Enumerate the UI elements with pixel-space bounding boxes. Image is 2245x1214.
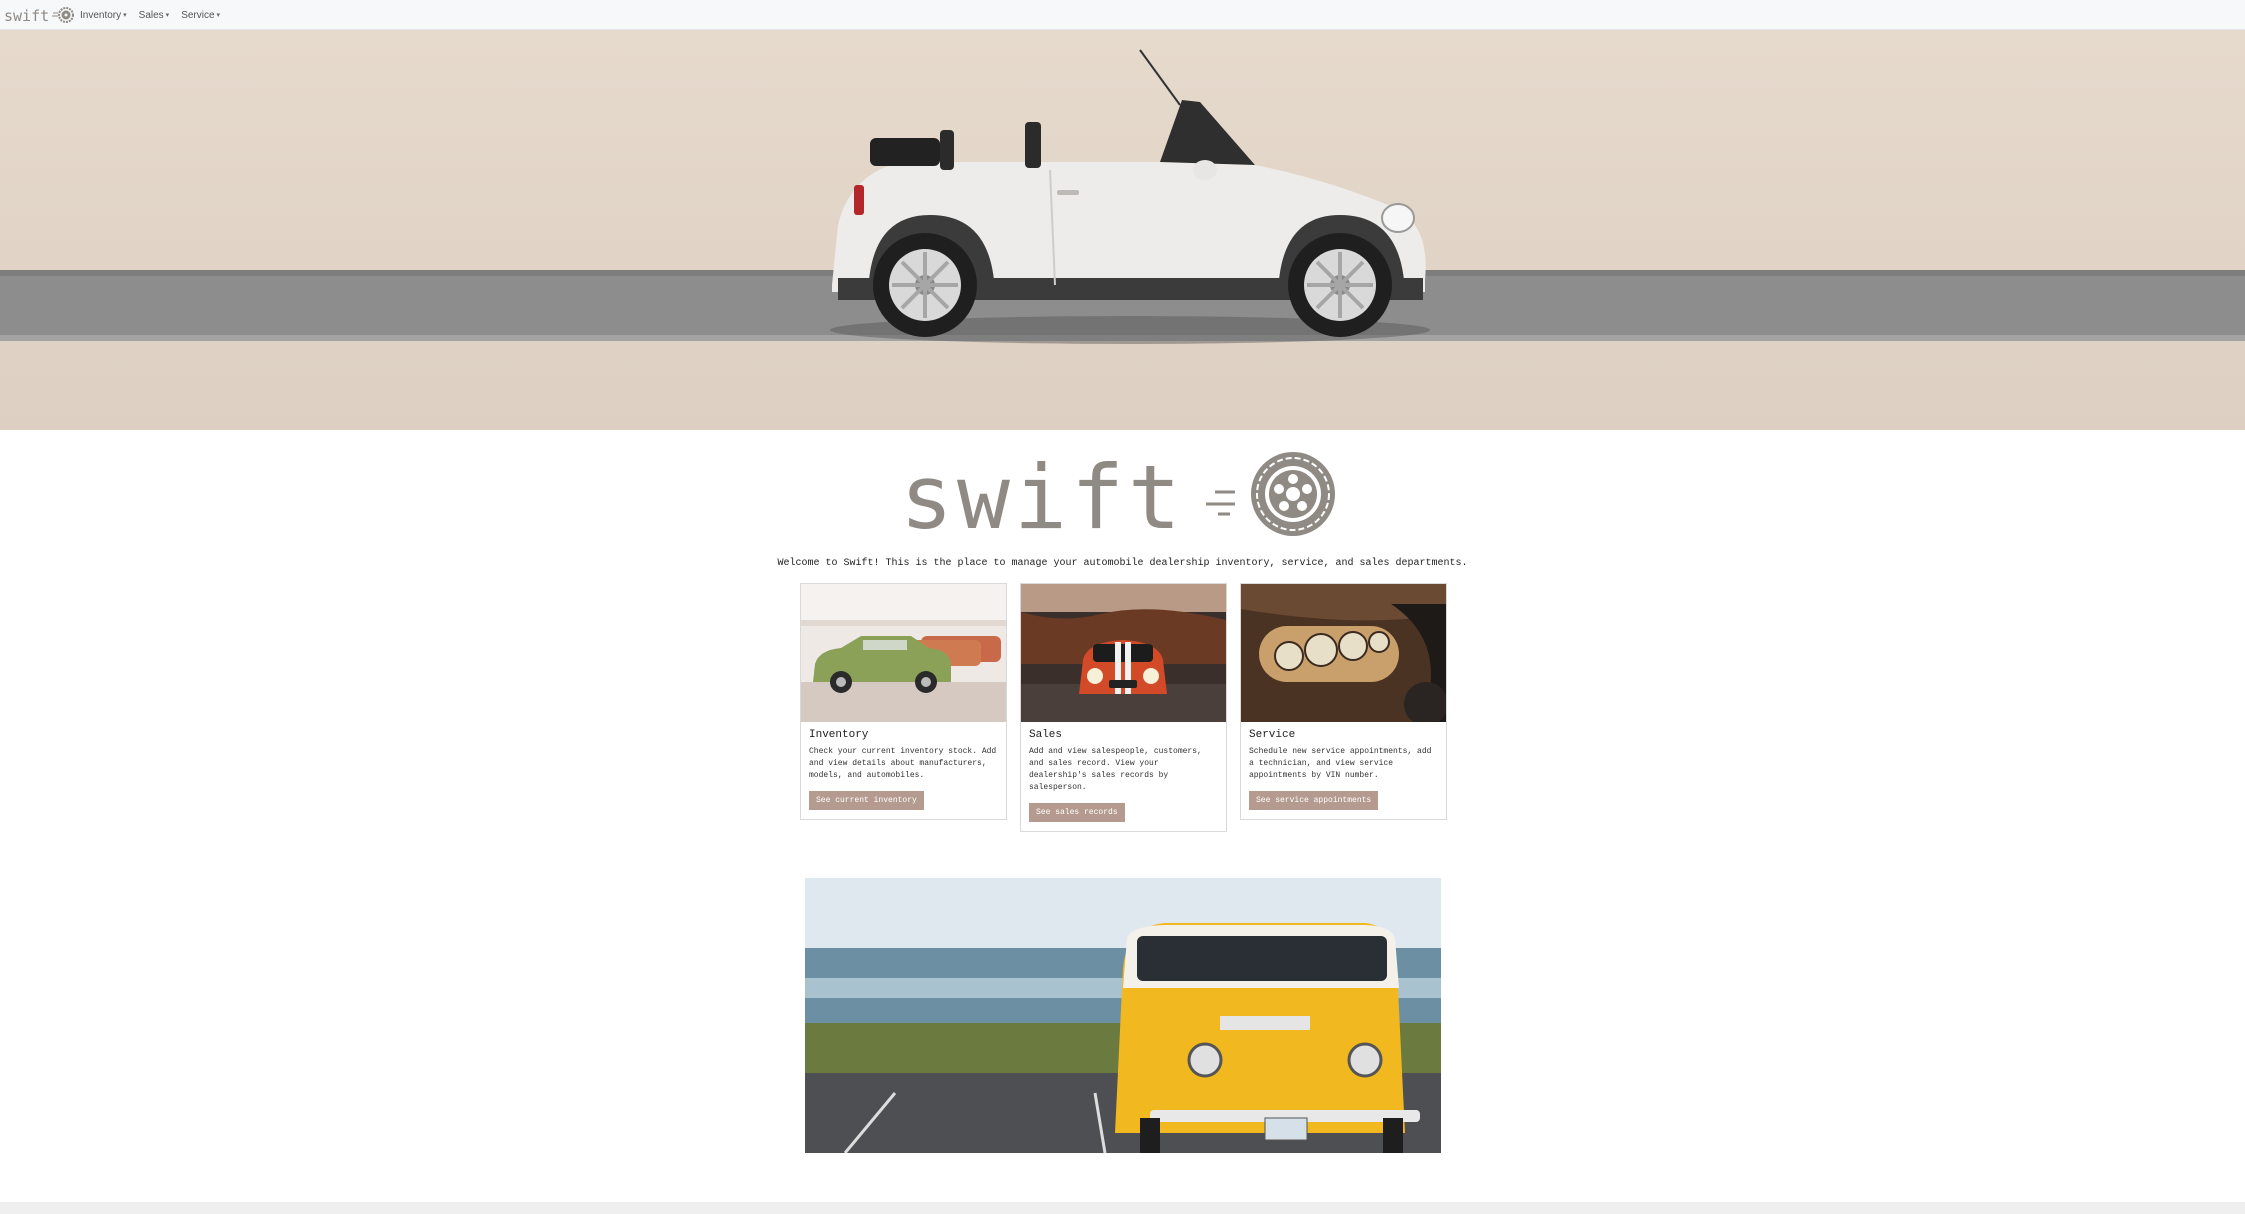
card-body: Service Schedule new service appointment… [1241, 722, 1446, 819]
brand-text: swift [4, 7, 49, 25]
footer-image-yellow-bus [805, 878, 1441, 1153]
navbar: swift Inventory ▾ Sales ▾ Service ▾ [0, 0, 2245, 30]
see-service-appointments-button[interactable]: See service appointments [1249, 791, 1379, 810]
caret-down-icon: ▾ [123, 12, 127, 19]
card-text: Schedule new service appointments, add a… [1249, 747, 1432, 780]
hero-image-convertible [0, 30, 2245, 430]
see-current-inventory-button[interactable]: See current inventory [809, 791, 924, 810]
card-image-showroom [801, 584, 1006, 722]
card-title: Inventory [809, 729, 869, 741]
swift-logo-large: swift [900, 448, 1335, 540]
nav-item-sales[interactable]: Sales ▾ [139, 10, 170, 21]
caret-down-icon: ▾ [216, 12, 221, 19]
card-image-red-car [1021, 584, 1226, 722]
card-title: Service [1249, 729, 1296, 741]
card-body: Inventory Check your current inventory s… [801, 722, 1006, 819]
brand-text-large: swift [900, 448, 1185, 540]
card-text: Check your current inventory stock. Add … [809, 747, 997, 780]
welcome-text: Welcome to Swift! This is the place to m… [777, 558, 1468, 569]
nav-item-service[interactable]: Service ▾ [181, 10, 220, 21]
nav-menu: Inventory ▾ Sales ▾ Service ▾ [80, 0, 220, 30]
nav-item-inventory[interactable]: Inventory ▾ [80, 10, 127, 21]
card-service: Service Schedule new service appointment… [1240, 583, 1447, 820]
card-inventory: Inventory Check your current inventory s… [800, 583, 1007, 820]
see-sales-records-button[interactable]: See sales records [1029, 803, 1125, 822]
nav-item-label: Service [181, 9, 215, 21]
caret-down-icon: ▾ [165, 12, 170, 19]
card-text: Add and view salespeople, customers, and… [1029, 747, 1202, 792]
footer-strip [0, 1202, 2245, 1214]
card-image-dashboard [1241, 584, 1446, 722]
card-sales: Sales Add and view salespeople, customer… [1020, 583, 1227, 832]
card-title: Sales [1029, 729, 1063, 741]
swift-logo-small[interactable]: swift [4, 4, 76, 26]
card-body: Sales Add and view salespeople, customer… [1021, 722, 1226, 831]
nav-item-label: Inventory [80, 9, 122, 21]
nav-item-label: Sales [138, 9, 164, 21]
